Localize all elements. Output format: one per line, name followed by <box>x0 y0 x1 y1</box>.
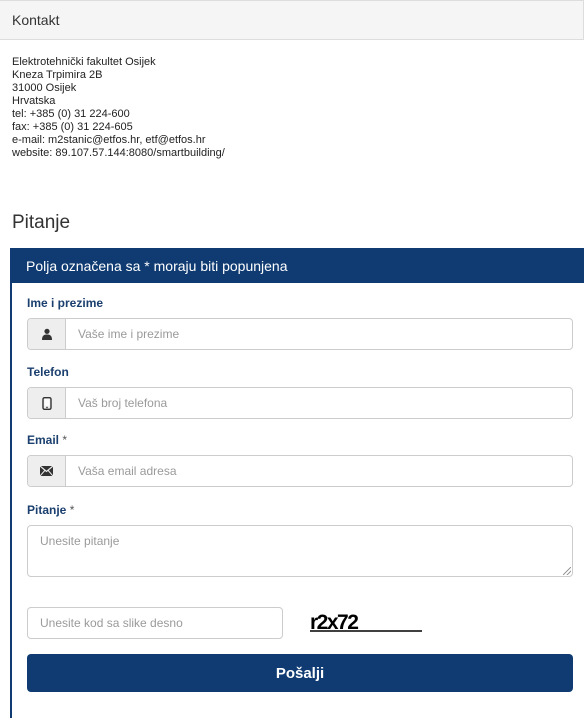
question-label-text: Pitanje <box>27 503 67 517</box>
name-label: Ime i prezime <box>27 296 103 310</box>
website-line: website: 89.107.57.144:8080/smartbuildin… <box>12 147 225 159</box>
name-input[interactable] <box>66 319 572 349</box>
pitanje-title: Pitanje <box>12 212 71 233</box>
name-label-text: Ime i prezime <box>27 296 104 310</box>
kontakt-heading: Kontakt <box>0 0 584 40</box>
email-input[interactable] <box>66 456 572 486</box>
resize-grip-icon[interactable] <box>563 567 571 575</box>
address-line: 31000 Osijek <box>12 82 77 94</box>
address-line: Elektrotehnički fakultet Osijek <box>12 56 156 68</box>
phone-input-group <box>27 387 573 419</box>
user-icon <box>28 319 66 349</box>
question-label: Pitanje * <box>27 503 74 517</box>
address-line: Hrvatska <box>12 95 56 107</box>
phone-input[interactable] <box>66 388 572 418</box>
address-line: Kneza Trpimira 2B <box>12 69 103 81</box>
phone-line: tel: +385 (0) 31 224-600 <box>12 108 130 120</box>
name-input-group <box>27 318 573 350</box>
required-marker: * <box>62 433 68 447</box>
kontakt-address: Elektrotehnički fakultet Osijek Kneza Tr… <box>0 40 584 160</box>
email-line: e-mail: m2stanic@etfos.hr, etf@etfos.hr <box>12 134 206 146</box>
envelope-icon <box>28 456 66 486</box>
phone-label-text: Telefon <box>27 365 69 379</box>
email-input-group <box>27 455 573 487</box>
fax-line: fax: +385 (0) 31 224-605 <box>12 121 133 133</box>
question-form: Polja označena sa * moraju biti popunjen… <box>10 248 584 718</box>
captcha-image: r2x72 <box>310 611 422 634</box>
question-textarea[interactable] <box>27 525 573 577</box>
submit-button[interactable]: Pošalji <box>27 654 573 692</box>
kontakt-panel: Kontakt Elektrotehnički fakultet Osijek … <box>0 0 584 160</box>
required-marker: * <box>69 503 75 517</box>
form-heading: Polja označena sa * moraju biti popunjen… <box>12 248 584 283</box>
email-label-text: Email <box>27 433 60 447</box>
mobile-phone-icon <box>28 388 66 418</box>
captcha-input[interactable] <box>27 607 283 639</box>
phone-label: Telefon <box>27 365 69 379</box>
email-label: Email * <box>27 433 67 447</box>
